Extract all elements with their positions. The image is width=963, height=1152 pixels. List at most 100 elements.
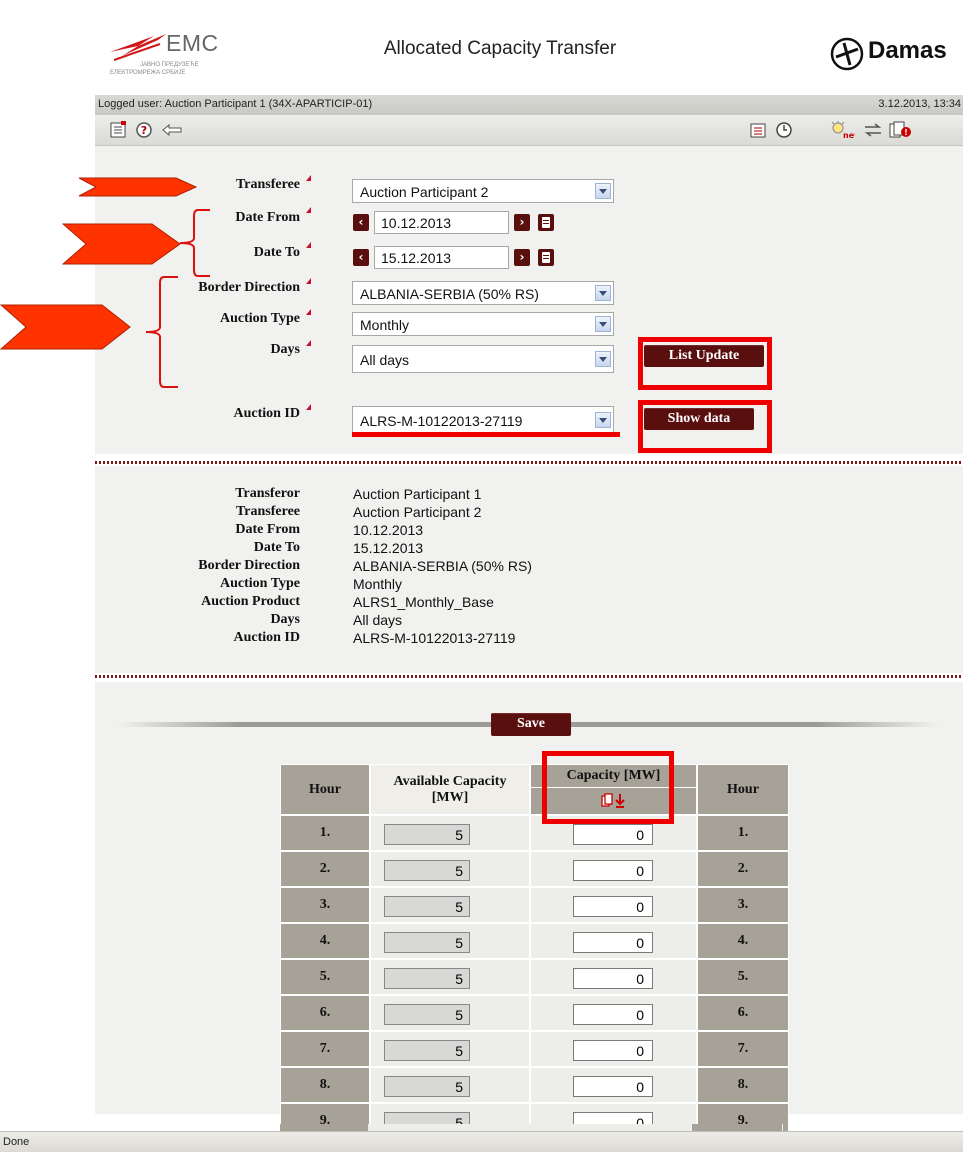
summary-label: Transferee bbox=[235, 504, 300, 519]
capacity-cell: 0 bbox=[530, 851, 697, 887]
help-icon[interactable]: ? bbox=[135, 121, 153, 139]
chevron-down-icon[interactable] bbox=[595, 412, 611, 428]
status-text: Done bbox=[3, 1136, 30, 1148]
back-arrow-icon[interactable] bbox=[161, 121, 183, 139]
calendar-icon[interactable] bbox=[538, 249, 554, 266]
chevron-down-icon[interactable] bbox=[595, 183, 611, 199]
days-select[interactable]: All days bbox=[352, 345, 614, 373]
summary-value: 15.12.2013 bbox=[353, 540, 424, 556]
summary-value: Auction Participant 2 bbox=[353, 504, 482, 520]
column-header-text: Hour bbox=[309, 781, 341, 797]
required-marker bbox=[306, 207, 311, 213]
alert-docs-icon[interactable]: ! bbox=[889, 121, 913, 139]
highlight-box bbox=[638, 400, 772, 453]
required-marker bbox=[306, 404, 311, 410]
summary-value: Auction Participant 1 bbox=[353, 486, 482, 502]
summary-label: Date From bbox=[235, 522, 300, 537]
bracket-icon bbox=[145, 276, 178, 388]
border-direction-select[interactable]: ALBANIA-SERBIA (50% RS) bbox=[352, 281, 614, 305]
summary-value: All days bbox=[353, 612, 403, 628]
pointer-arrow-icon bbox=[0, 304, 131, 350]
auction-id-label: Auction ID bbox=[233, 406, 300, 421]
hour-cell-right: 1. bbox=[697, 815, 789, 851]
damas-logo: Damas bbox=[828, 35, 958, 75]
transfer-summary: Transferor Auction Participant 1 Transfe… bbox=[95, 466, 963, 673]
hour-cell-right: 8. bbox=[697, 1067, 789, 1103]
available-capacity-field: 5 bbox=[384, 896, 470, 917]
column-header-hour: Hour bbox=[280, 764, 370, 815]
lightning-icon bbox=[110, 34, 166, 61]
capacity-cell: 0 bbox=[530, 1031, 697, 1067]
auction-id-select[interactable]: ALRS-M-10122013-27119 bbox=[352, 406, 614, 433]
transferee-value: Auction Participant 2 bbox=[360, 184, 489, 200]
transfer-arrows-icon[interactable] bbox=[863, 121, 885, 139]
capacity-input[interactable]: 0 bbox=[573, 896, 653, 917]
status-bar: Done bbox=[0, 1131, 963, 1152]
capacity-input[interactable]: 0 bbox=[573, 932, 653, 953]
capacity-input[interactable]: 0 bbox=[573, 1004, 653, 1025]
highlight-box bbox=[542, 751, 674, 824]
emc-logo: EMC ЈАВНО ПРЕДУЗЕЋЕ ЕЛЕКТРОМРЕЖА СРБИЈЕ bbox=[108, 20, 238, 82]
capacity-cell: 0 bbox=[530, 887, 697, 923]
new-item-icon[interactable]: new bbox=[829, 121, 855, 139]
pointer-arrow-icon bbox=[62, 223, 181, 265]
summary-label: Auction Product bbox=[201, 594, 300, 609]
required-marker bbox=[306, 175, 311, 181]
chevron-down-icon[interactable] bbox=[595, 351, 611, 367]
hour-cell: 7. bbox=[280, 1031, 370, 1067]
report-icon[interactable] bbox=[749, 121, 767, 139]
date-from-input[interactable]: 10.12.2013 bbox=[374, 211, 509, 234]
calendar-icon[interactable] bbox=[538, 214, 554, 231]
page-title: Allocated Capacity Transfer bbox=[383, 38, 617, 59]
date-from-next-button[interactable]: › bbox=[514, 214, 530, 231]
date-to-next-button[interactable]: › bbox=[514, 249, 530, 266]
capacity-input[interactable]: 0 bbox=[573, 968, 653, 989]
available-cell: 5 bbox=[370, 923, 530, 959]
summary-label: Border Direction bbox=[198, 558, 300, 573]
svg-text:?: ? bbox=[141, 124, 147, 137]
summary-label: Date To bbox=[253, 540, 300, 555]
available-cell: 5 bbox=[370, 995, 530, 1031]
hour-cell-right: 7. bbox=[697, 1031, 789, 1067]
clock-icon[interactable] bbox=[775, 121, 793, 139]
save-button[interactable]: Save bbox=[491, 713, 571, 736]
capacity-cell: 0 bbox=[530, 1067, 697, 1103]
summary-value: ALBANIA-SERBIA (50% RS) bbox=[353, 558, 532, 574]
table-row: 6. 5 0 6. bbox=[280, 995, 789, 1031]
chevron-down-icon[interactable] bbox=[595, 316, 611, 332]
days-value: All days bbox=[360, 352, 410, 368]
hour-cell bbox=[280, 1124, 368, 1131]
capacity-input[interactable]: 0 bbox=[573, 860, 653, 881]
bracket-icon bbox=[179, 209, 210, 277]
table-row: 4. 5 0 4. bbox=[280, 923, 789, 959]
hour-cell: 5. bbox=[280, 959, 370, 995]
available-cell: 5 bbox=[370, 887, 530, 923]
table-row: 7. 5 0 7. bbox=[280, 1031, 789, 1067]
capacity-input[interactable]: 0 bbox=[573, 824, 653, 845]
available-capacity-field: 5 bbox=[384, 1004, 470, 1025]
available-capacity-field: 5 bbox=[384, 1076, 470, 1097]
hour-cell-right: 3. bbox=[697, 887, 789, 923]
logged-user-text: Logged user: Auction Participant 1 (34X-… bbox=[98, 98, 373, 110]
auction-type-value: Monthly bbox=[360, 317, 410, 333]
capacity-table: Hour Available Capacity [MW] Capacity [MW… bbox=[280, 764, 789, 1139]
menu-list-icon[interactable] bbox=[109, 121, 127, 139]
capacity-cell: 0 bbox=[530, 959, 697, 995]
chevron-down-icon[interactable] bbox=[595, 285, 611, 301]
hour-cell-right: 6. bbox=[697, 995, 789, 1031]
hour-cell-right: 5. bbox=[697, 959, 789, 995]
date-from-prev-button[interactable]: ‹ bbox=[353, 214, 369, 231]
transferee-select[interactable]: Auction Participant 2 bbox=[352, 179, 614, 203]
column-header-text: [MW] bbox=[431, 789, 469, 805]
capacity-input[interactable]: 0 bbox=[573, 1040, 653, 1061]
column-header-available: Available Capacity [MW] bbox=[370, 764, 530, 815]
datetime-text: 3.12.2013, 13:34 bbox=[878, 98, 961, 110]
column-header-text: Available Capacity bbox=[393, 773, 507, 789]
auction-type-select[interactable]: Monthly bbox=[352, 312, 614, 336]
table-row-partial bbox=[280, 1124, 783, 1131]
date-to-prev-button[interactable]: ‹ bbox=[353, 249, 369, 266]
date-to-input[interactable]: 15.12.2013 bbox=[374, 246, 509, 269]
capacity-input[interactable]: 0 bbox=[573, 1076, 653, 1097]
hour-cell-right: 2. bbox=[697, 851, 789, 887]
user-bar: Logged user: Auction Participant 1 (34X-… bbox=[95, 95, 963, 115]
